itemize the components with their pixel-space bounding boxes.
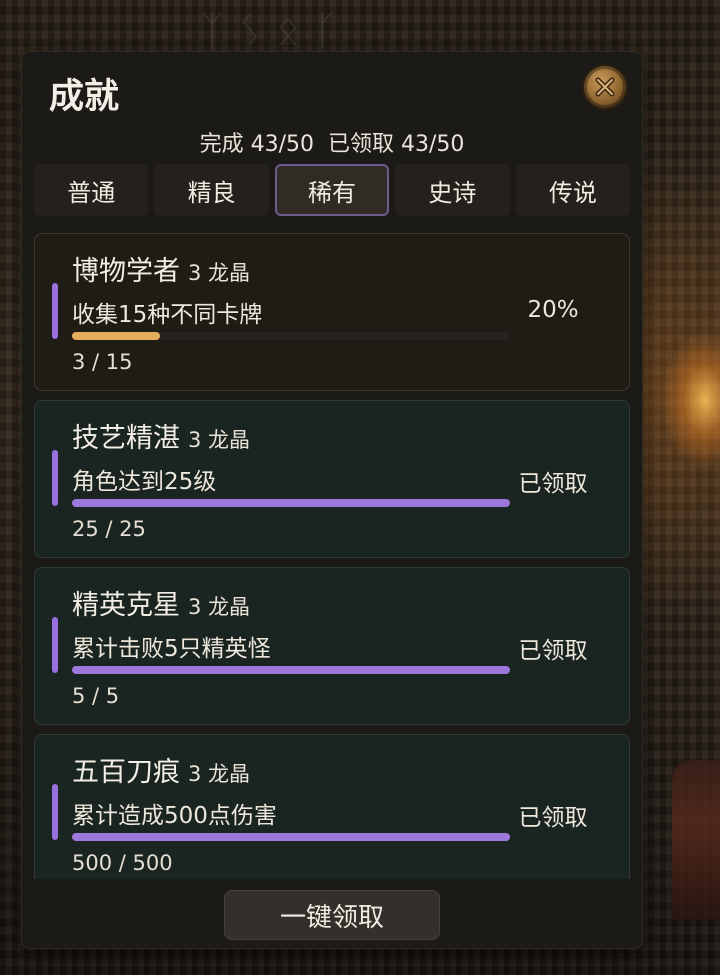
tab-common[interactable]: 普通 — [34, 164, 149, 216]
achievement-card: 五百刀痕 3 龙晶 累计造成500点伤害 500 / 500 已领取 — [34, 734, 630, 879]
achievement-description: 角色达到25级 — [72, 469, 217, 495]
close-button[interactable] — [584, 66, 626, 108]
progress-count: 3 / 15 — [72, 350, 133, 374]
tab-uncommon[interactable]: 精良 — [154, 164, 269, 216]
achievement-name: 五百刀痕 — [72, 757, 180, 788]
accent-bar — [52, 617, 58, 673]
achievement-card: 技艺精湛 3 龙晶 角色达到25级 25 / 25 已领取 — [34, 400, 630, 558]
tab-legendary[interactable]: 传说 — [515, 164, 631, 216]
tab-rare[interactable]: 稀有 — [274, 164, 390, 216]
accent-bar — [52, 450, 58, 506]
accent-bar — [52, 283, 58, 339]
progress-count: 500 / 500 — [72, 851, 173, 875]
claimed-status: 已领取 — [518, 638, 588, 664]
progress-count: 25 / 25 — [72, 517, 146, 541]
achievement-name: 精英克星 — [72, 590, 180, 621]
achievements-panel: 成就 完成 43/50 已领取 43/50 普通 精良 稀有 史诗 传说 博物学… — [22, 52, 642, 948]
achievement-card: 博物学者 3 龙晶 收集15种不同卡牌 3 / 15 20% — [34, 233, 630, 391]
progress-count: 5 / 5 — [72, 684, 120, 708]
progress-track — [72, 833, 510, 841]
achievement-reward: 3 龙晶 — [188, 595, 251, 619]
progress-track — [72, 499, 510, 507]
achievement-card: 精英克星 3 龙晶 累计击败5只精英怪 5 / 5 已领取 — [34, 567, 630, 725]
accent-bar — [52, 784, 58, 840]
tab-epic[interactable]: 史诗 — [395, 164, 510, 216]
achievement-name: 技艺精湛 — [72, 423, 180, 454]
close-x-icon — [595, 77, 615, 97]
progress-fill — [72, 499, 510, 507]
progress-percent: 20% — [527, 297, 579, 323]
progress-track — [72, 666, 510, 674]
progress-track — [72, 332, 510, 340]
achievement-list[interactable]: 博物学者 3 龙晶 收集15种不同卡牌 3 / 15 20% 技艺精湛 3 龙晶 角… — [34, 233, 630, 879]
achievement-reward: 3 龙晶 — [188, 762, 251, 786]
rarity-tabs: 普通 精良 稀有 史诗 传说 — [34, 164, 631, 220]
achievement-description: 累计造成500点伤害 — [72, 803, 277, 829]
background-character — [672, 760, 720, 920]
completion-summary: 完成 43/50 已领取 43/50 — [199, 132, 465, 157]
achievement-description: 收集15种不同卡牌 — [72, 302, 263, 328]
progress-fill — [72, 666, 510, 674]
claim-all-button[interactable]: 一键领取 — [224, 890, 440, 940]
panel-title: 成就 — [49, 77, 120, 117]
achievement-name: 博物学者 — [72, 256, 180, 287]
background-torch-glow — [660, 330, 720, 470]
achievement-reward: 3 龙晶 — [188, 428, 251, 452]
progress-fill — [72, 332, 160, 340]
claimed-status: 已领取 — [518, 805, 588, 831]
achievement-description: 累计击败5只精英怪 — [72, 636, 271, 662]
background-runes: ᛉᛊᛟᚴ — [200, 8, 352, 54]
claimed-status: 已领取 — [518, 471, 588, 497]
progress-fill — [72, 833, 510, 841]
achievement-reward: 3 龙晶 — [188, 261, 251, 285]
